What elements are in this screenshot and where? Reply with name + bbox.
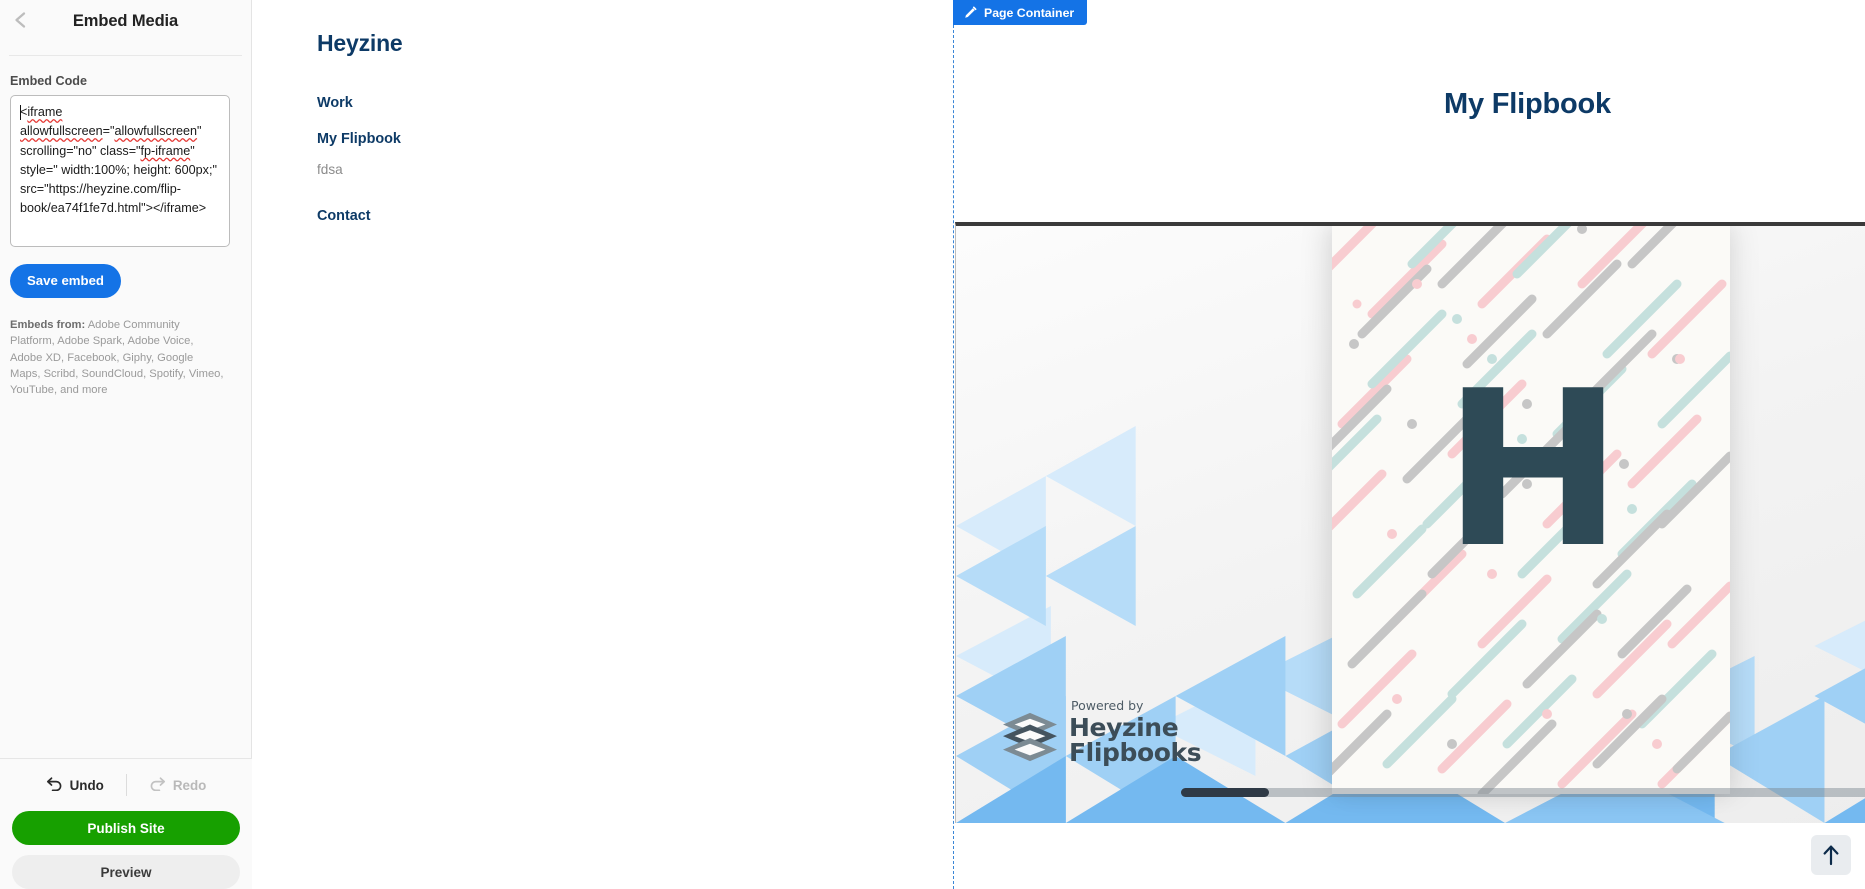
chevron-left-icon[interactable] bbox=[10, 9, 32, 31]
watermark-powered-label: Powered by bbox=[1071, 698, 1144, 713]
panel-header: Embed Media bbox=[0, 0, 251, 42]
scroll-to-top-button[interactable] bbox=[1811, 835, 1851, 875]
page-title: My Flipbook bbox=[1444, 88, 1611, 120]
undo-redo-bar: Undo Redo bbox=[0, 759, 252, 811]
page-container-badge-label: Page Container bbox=[984, 5, 1075, 20]
code-tag-iframe: iframe bbox=[27, 105, 63, 119]
embed-code-input[interactable]: <iframe allowfullscreen="allowfullscreen… bbox=[10, 95, 230, 247]
undo-icon bbox=[46, 776, 63, 794]
flipbook-cover-page[interactable]: H bbox=[1332, 226, 1730, 794]
site-logo[interactable]: Heyzine bbox=[317, 30, 547, 57]
panel-divider bbox=[9, 55, 242, 56]
flipbook-page-slider[interactable] bbox=[1181, 788, 1865, 797]
powered-by-watermark[interactable]: Powered by Heyzine Flipbooks bbox=[1001, 698, 1202, 767]
code-eq: =" bbox=[102, 124, 115, 139]
embeds-from-label: Embeds from: bbox=[10, 319, 86, 331]
site-navigation: Heyzine Work My Flipbook fdsa Contact bbox=[317, 30, 547, 224]
watermark-brand-line1: Heyzine bbox=[1069, 713, 1179, 742]
undo-label: Undo bbox=[69, 777, 104, 793]
publish-site-button[interactable]: Publish Site bbox=[12, 811, 240, 845]
arrow-up-icon bbox=[1823, 845, 1839, 866]
embeds-from-note: Embeds from: Adobe Community Platform, A… bbox=[10, 317, 226, 398]
panel-title: Embed Media bbox=[72, 11, 179, 30]
page-container-badge[interactable]: Page Container bbox=[953, 0, 1088, 25]
undo-button[interactable]: Undo bbox=[24, 776, 126, 794]
panel-body: Embed Code <iframe allowfullscreen="allo… bbox=[0, 74, 251, 398]
text-caret bbox=[20, 105, 21, 120]
redo-label: Redo bbox=[172, 777, 207, 793]
nav-item-contact[interactable]: Contact bbox=[317, 208, 547, 224]
code-attr-allowfullscreen: allowfullscreen bbox=[20, 124, 103, 139]
embed-media-panel: Embed Media Embed Code <iframe allowfull… bbox=[0, 0, 252, 889]
flipbook-viewer[interactable]: H Powered by Heyzine Flipbooks bbox=[955, 222, 1865, 823]
code-class-fp-iframe: fp-iframe bbox=[140, 143, 191, 158]
nav-item-my-flipbook[interactable]: My Flipbook bbox=[317, 131, 547, 147]
panel-footer: Undo Redo Publish Site Preview bbox=[0, 758, 252, 889]
editor-root: Embed Media Embed Code <iframe allowfull… bbox=[0, 0, 1865, 889]
embed-code-label: Embed Code bbox=[10, 74, 87, 88]
nav-item-fdsa[interactable]: fdsa bbox=[317, 162, 547, 177]
redo-button[interactable]: Redo bbox=[127, 776, 228, 794]
embed-code-text: <iframe allowfullscreen="allowfullscreen… bbox=[20, 103, 221, 219]
watermark-brand-line2: Flipbooks bbox=[1069, 738, 1202, 767]
cover-letter: H bbox=[1443, 344, 1623, 595]
flipbook-slider-thumb[interactable] bbox=[1181, 788, 1269, 797]
preview-button[interactable]: Preview bbox=[12, 855, 240, 889]
code-val-allowfullscreen: allowfullscreen bbox=[114, 124, 198, 139]
redo-icon bbox=[149, 776, 166, 794]
pencil-icon bbox=[964, 6, 977, 19]
site-canvas: Heyzine Work My Flipbook fdsa Contact Pa… bbox=[252, 0, 1865, 889]
watermark-text: Powered by Heyzine Flipbooks bbox=[1069, 698, 1202, 767]
heyzine-layers-logo-icon bbox=[1003, 712, 1057, 762]
nav-item-work[interactable]: Work bbox=[317, 95, 547, 111]
save-embed-button[interactable]: Save embed bbox=[10, 264, 121, 298]
